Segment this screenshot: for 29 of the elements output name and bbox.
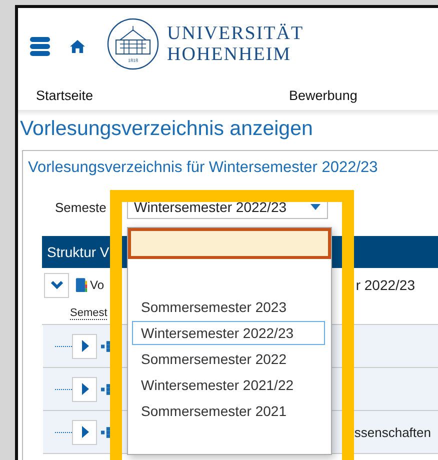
hierarchy-icon: [101, 340, 110, 352]
home-icon[interactable]: [70, 40, 85, 52]
toggle-button[interactable]: [72, 420, 97, 444]
dropdown-option[interactable]: Sommersemester 2021: [132, 399, 325, 423]
dropdown-option[interactable]: Wintersemester 2022/23: [132, 321, 325, 345]
hierarchy-icon: [101, 384, 110, 394]
dropdown-option[interactable]: Sommersemester 2022: [132, 347, 325, 371]
tree-item-text[interactable]: r 2022/23: [356, 277, 415, 293]
page-title: Vorlesungsverzeichnis anzeigen: [20, 116, 314, 142]
nav-link[interactable]: Bewerbung: [289, 88, 358, 102]
book-icon: [75, 276, 88, 294]
dropdown-option[interactable]: Sommersemester 2023: [132, 295, 325, 319]
panel-title: Vorlesungsverzeichnis für Wintersemester 2022/23: [28, 159, 379, 177]
blank-option[interactable]: [128, 228, 331, 259]
hierarchy-icon: [101, 426, 110, 438]
menu-icon[interactable]: [30, 36, 50, 56]
tree-item-text[interactable]: ssenschaften: [354, 424, 431, 440]
toggle-button[interactable]: [44, 272, 69, 298]
semester-label: Semeste: [55, 200, 108, 214]
chevron-icon: [50, 279, 62, 291]
semester-link[interactable]: Semest: [70, 306, 108, 320]
university-name: UNIVERSITÄT: [167, 23, 304, 44]
university-name: HOHENHEIM: [167, 44, 292, 65]
caret-icon: [310, 204, 321, 210]
tree-item-text[interactable]: Vo: [90, 278, 104, 292]
dropdown-option[interactable]: Wintersemester 2021/22: [132, 373, 325, 397]
toggle-button[interactable]: [72, 376, 97, 402]
nav-link[interactable]: Startseite: [36, 88, 94, 102]
toggle-button[interactable]: [72, 334, 97, 358]
